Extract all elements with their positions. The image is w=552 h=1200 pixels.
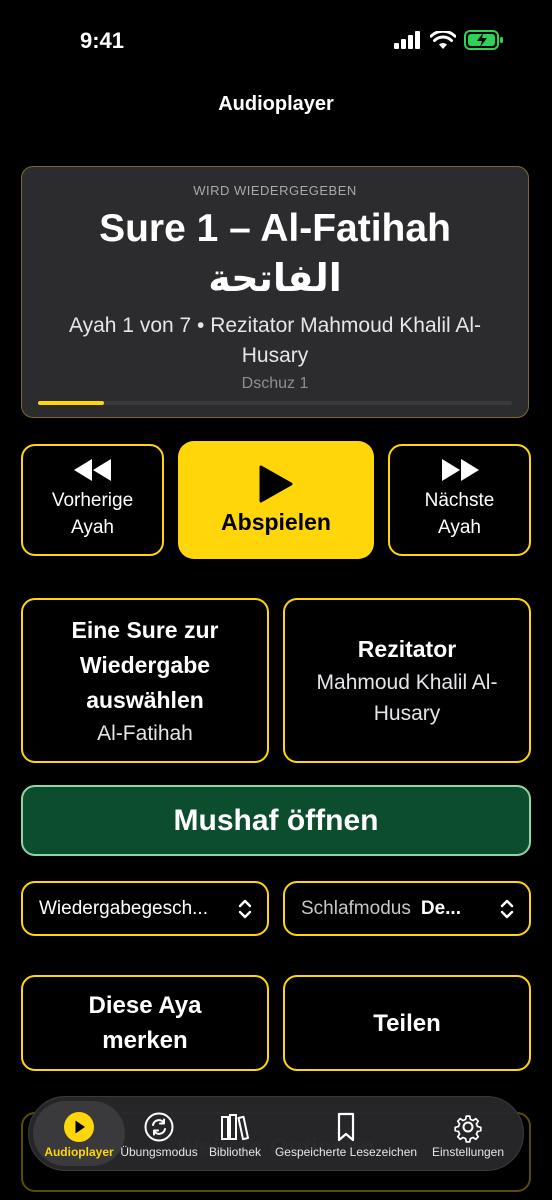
bookmark-ayah-label: Diese Aya merken — [88, 992, 202, 1054]
chevron-updown-icon — [500, 899, 514, 918]
status-time: 9:41 — [80, 28, 125, 53]
bookmark-ayah-button[interactable]: Diese Aya merken — [21, 975, 269, 1071]
status-icons — [394, 30, 504, 50]
previous-ayah-label: Vorherige Ayah — [51, 490, 134, 538]
ayah-reciter-info: Ayah 1 von 7 • Rezitator Mahmoud Khalil … — [68, 314, 481, 367]
tab-bar: Audioplayer Übungsmodus Bibliothek Gespe… — [28, 1096, 524, 1171]
juz-label: Dschuz 1 — [241, 375, 309, 392]
battery-icon — [464, 30, 503, 50]
playback-progress-fill — [38, 401, 105, 405]
sura-title: Sure 1 – Al-Fatihah — [99, 207, 451, 250]
sleep-mode-label: Schlafmodus — [301, 897, 411, 919]
reciter-title: Rezitator — [357, 636, 457, 662]
bookmark-icon — [337, 1112, 355, 1142]
backward-icon — [73, 459, 111, 481]
selected-reciter: Mahmoud Khalil Al-Husary — [316, 671, 498, 725]
play-circle-icon — [64, 1112, 94, 1142]
chevron-updown-icon — [238, 899, 252, 918]
tab-settings[interactable]: Einstellungen — [427, 1097, 509, 1172]
play-label: Abspielen — [221, 508, 331, 535]
tab-audioplayer[interactable]: Audioplayer — [33, 1097, 125, 1172]
tab-label: Audioplayer — [44, 1145, 114, 1159]
share-button[interactable]: Teilen — [283, 975, 531, 1071]
now-playing-label: WIRD WIEDERGEGEBEN — [193, 183, 357, 198]
repeat-icon — [144, 1112, 174, 1142]
tab-label: Übungsmodus — [120, 1145, 198, 1159]
playback-speed-value: Wiedergabegesch... — [39, 897, 208, 919]
signal-icon — [394, 31, 420, 49]
open-mushaf-button[interactable]: Mushaf öffnen — [21, 785, 531, 856]
select-sura-button[interactable]: Eine Sure zur Wiedergabe auswählen Al-Fa… — [21, 598, 269, 763]
books-icon — [221, 1114, 249, 1141]
tab-library[interactable]: Bibliothek — [199, 1097, 271, 1172]
tab-label: Einstellungen — [431, 1145, 505, 1159]
select-reciter-button[interactable]: Rezitator Mahmoud Khalil Al-Husary — [283, 598, 531, 763]
gear-icon — [454, 1115, 482, 1143]
tab-label: Bibliothek — [208, 1145, 262, 1159]
wifi-icon — [430, 30, 456, 49]
next-ayah-button[interactable]: Nächste Ayah — [388, 444, 531, 556]
sleep-mode-select[interactable]: Schlafmodus De... — [283, 881, 531, 936]
tab-bookmarks[interactable]: Gespeicherte Lesezeichen — [275, 1097, 417, 1172]
play-button[interactable]: Abspielen — [178, 441, 374, 559]
now-playing-card: WIRD WIEDERGEGEBEN Sure 1 – Al-Fatihah ا… — [21, 166, 529, 418]
select-sura-title: Eine Sure zur Wiedergabe auswählen — [71, 616, 219, 713]
playback-speed-select[interactable]: Wiedergabegesch... — [21, 881, 269, 936]
selected-sura: Al-Fatihah — [97, 721, 193, 745]
next-ayah-label: Nächste Ayah — [424, 490, 495, 538]
tab-label: Gespeicherte Lesezeichen — [274, 1145, 418, 1159]
tab-practice[interactable]: Übungsmodus — [120, 1097, 198, 1172]
play-icon — [259, 465, 293, 502]
page-title: Audioplayer — [218, 93, 334, 115]
status-bar: 9:41 — [0, 0, 552, 80]
sura-arabic-name: الفاتحة — [208, 256, 342, 300]
previous-ayah-button[interactable]: Vorherige Ayah — [21, 444, 164, 556]
playback-progress[interactable] — [38, 401, 512, 405]
forward-icon — [441, 459, 479, 481]
sleep-mode-value: De... — [420, 897, 461, 919]
